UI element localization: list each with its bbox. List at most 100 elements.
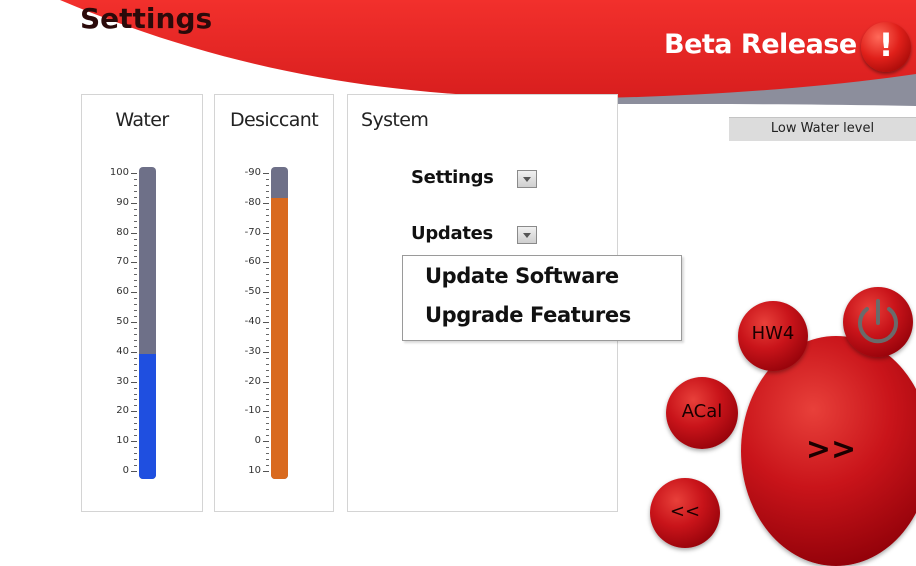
power-icon <box>858 299 898 344</box>
desiccant-minor-tick <box>266 405 269 407</box>
settings-dropdown-button[interactable] <box>517 170 537 188</box>
water-major-tick <box>131 471 137 472</box>
prev-label: << <box>669 501 701 522</box>
desiccant-minor-tick <box>266 196 269 198</box>
desiccant-minor-tick <box>266 298 269 300</box>
prev-button[interactable]: << <box>650 478 720 548</box>
updates-label: Updates <box>411 223 493 244</box>
desiccant-minor-tick <box>266 375 269 377</box>
water-minor-tick <box>134 274 137 276</box>
desiccant-major-tick <box>263 351 269 353</box>
water-major-tick <box>131 292 137 294</box>
desiccant-minor-tick <box>266 286 269 288</box>
desiccant-minor-tick <box>266 429 269 431</box>
water-tick-label: 100 <box>109 167 129 178</box>
desiccant-minor-tick <box>266 327 269 329</box>
desiccant-minor-tick <box>266 357 269 359</box>
desiccant-major-tick <box>263 173 269 174</box>
water-minor-tick <box>134 387 137 389</box>
desiccant-minor-tick <box>266 310 269 312</box>
water-minor-tick <box>134 435 137 437</box>
water-minor-tick <box>134 190 137 192</box>
desiccant-minor-tick <box>266 465 269 467</box>
water-tick-label: 10 <box>116 435 129 447</box>
water-minor-tick <box>134 250 137 252</box>
hw4-button[interactable]: HW4 <box>738 301 808 371</box>
desiccant-minor-tick <box>266 333 269 335</box>
desiccant-minor-tick <box>266 363 269 365</box>
water-tick-label: 0 <box>122 465 129 476</box>
water-minor-tick <box>134 310 137 312</box>
desiccant-tick-label: -80 <box>244 196 261 208</box>
desiccant-minor-tick <box>266 417 269 419</box>
desiccant-minor-tick <box>266 220 269 222</box>
desiccant-minor-tick <box>266 214 269 216</box>
water-minor-tick <box>134 327 137 329</box>
settings-label: Settings <box>411 167 494 188</box>
system-title: System <box>361 109 429 131</box>
desiccant-minor-tick <box>266 190 269 192</box>
water-minor-tick <box>134 304 137 306</box>
water-minor-tick <box>134 333 137 335</box>
alert-button[interactable]: ! <box>861 22 911 72</box>
desiccant-major-tick <box>263 471 269 472</box>
desiccant-major-tick <box>263 322 269 323</box>
page-title: Settings <box>80 2 213 35</box>
water-minor-tick <box>134 423 137 425</box>
updates-menu: Update Software Upgrade Features <box>402 255 682 341</box>
desiccant-major-tick <box>263 232 269 234</box>
water-tick-label: 20 <box>116 405 129 417</box>
water-minor-tick <box>134 369 137 371</box>
desiccant-major-tick <box>263 262 269 264</box>
water-major-tick <box>131 173 137 174</box>
desiccant-tick-label: -20 <box>244 375 261 387</box>
power-button[interactable] <box>843 287 913 357</box>
water-minor-tick <box>134 399 137 401</box>
status-message: Low Water level <box>770 121 875 136</box>
desiccant-tick-label: -50 <box>244 286 261 298</box>
water-minor-tick <box>134 357 137 359</box>
desiccant-tick-label: 10 <box>248 465 261 476</box>
water-major-tick <box>131 351 137 353</box>
desiccant-minor-tick <box>266 447 269 449</box>
desiccant-minor-tick <box>266 208 269 210</box>
water-minor-tick <box>134 375 137 377</box>
desiccant-tick-label: -30 <box>244 345 261 357</box>
water-minor-tick <box>134 196 137 198</box>
updates-dropdown-button[interactable] <box>517 226 537 244</box>
desiccant-minor-tick <box>266 459 269 461</box>
water-minor-tick <box>134 447 137 449</box>
water-tick-label: 30 <box>116 375 129 387</box>
water-major-tick <box>131 232 137 234</box>
water-major-tick <box>131 381 137 383</box>
water-minor-tick <box>134 465 137 467</box>
desiccant-minor-tick <box>266 184 269 186</box>
desiccant-minor-tick <box>266 316 269 318</box>
water-minor-tick <box>134 417 137 419</box>
desiccant-gauge-fill <box>271 198 288 479</box>
desiccant-minor-tick <box>266 399 269 401</box>
water-minor-tick <box>134 280 137 282</box>
desiccant-tick-label: 0 <box>254 435 261 447</box>
water-minor-tick <box>134 393 137 395</box>
menu-item-update-software[interactable]: Update Software <box>425 264 619 288</box>
desiccant-major-tick <box>263 202 269 204</box>
hw4-label: HW4 <box>751 323 795 344</box>
water-gauge-fill <box>139 354 156 479</box>
water-major-tick <box>131 202 137 204</box>
acal-button[interactable]: ACal <box>666 377 738 449</box>
water-minor-tick <box>134 208 137 210</box>
desiccant-minor-tick <box>266 453 269 455</box>
status-bar: Low Water level <box>729 117 916 141</box>
desiccant-minor-tick <box>266 387 269 389</box>
desiccant-minor-tick <box>266 393 269 395</box>
water-major-tick <box>131 322 137 323</box>
water-minor-tick <box>134 286 137 288</box>
desiccant-minor-tick <box>266 304 269 306</box>
next-label: >> <box>805 432 857 467</box>
water-tick-label: 70 <box>116 256 129 268</box>
desiccant-major-tick <box>263 381 269 383</box>
menu-item-upgrade-features[interactable]: Upgrade Features <box>425 303 631 327</box>
water-minor-tick <box>134 214 137 216</box>
desiccant-gauge <box>271 167 288 479</box>
